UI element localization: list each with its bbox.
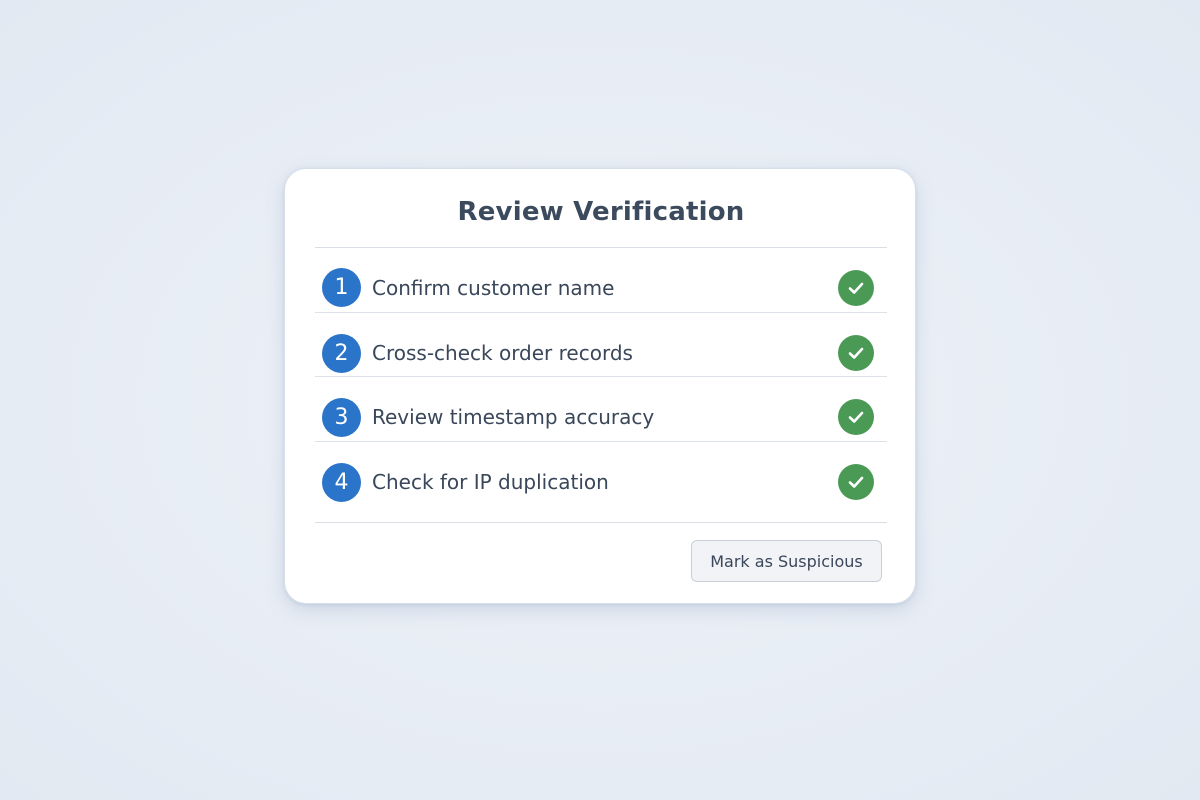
step-item: 4 Check for IP duplication <box>315 442 887 507</box>
step-label: Confirm customer name <box>372 276 615 300</box>
check-circle-icon <box>838 399 874 435</box>
step-item: 1 Confirm customer name <box>315 248 887 313</box>
step-number-badge: 3 <box>322 398 361 437</box>
step-label: Review timestamp accuracy <box>372 405 655 429</box>
check-circle-icon <box>838 270 874 306</box>
card-title: Review Verification <box>457 197 745 227</box>
check-circle-icon <box>838 334 874 371</box>
step-item: 3 Review timestamp accuracy <box>315 377 887 442</box>
footer-divider <box>315 522 887 523</box>
step-number-badge: 2 <box>322 333 361 373</box>
step-number-badge: 1 <box>322 268 361 307</box>
verification-step-list: 1 Confirm customer name 2 Cross-check or… <box>315 248 887 506</box>
step-item: 2 Cross-check order records <box>315 313 887 377</box>
step-label: Check for IP duplication <box>372 469 609 494</box>
step-label: Cross-check order records <box>372 340 633 365</box>
check-circle-icon <box>838 463 874 500</box>
step-number-badge: 4 <box>322 462 361 502</box>
page-background: Review Verification 1 Confirm customer n… <box>0 0 1200 800</box>
mark-as-suspicious-button[interactable]: Mark as Suspicious <box>691 540 882 582</box>
review-verification-card: Review Verification 1 Confirm customer n… <box>284 168 916 604</box>
